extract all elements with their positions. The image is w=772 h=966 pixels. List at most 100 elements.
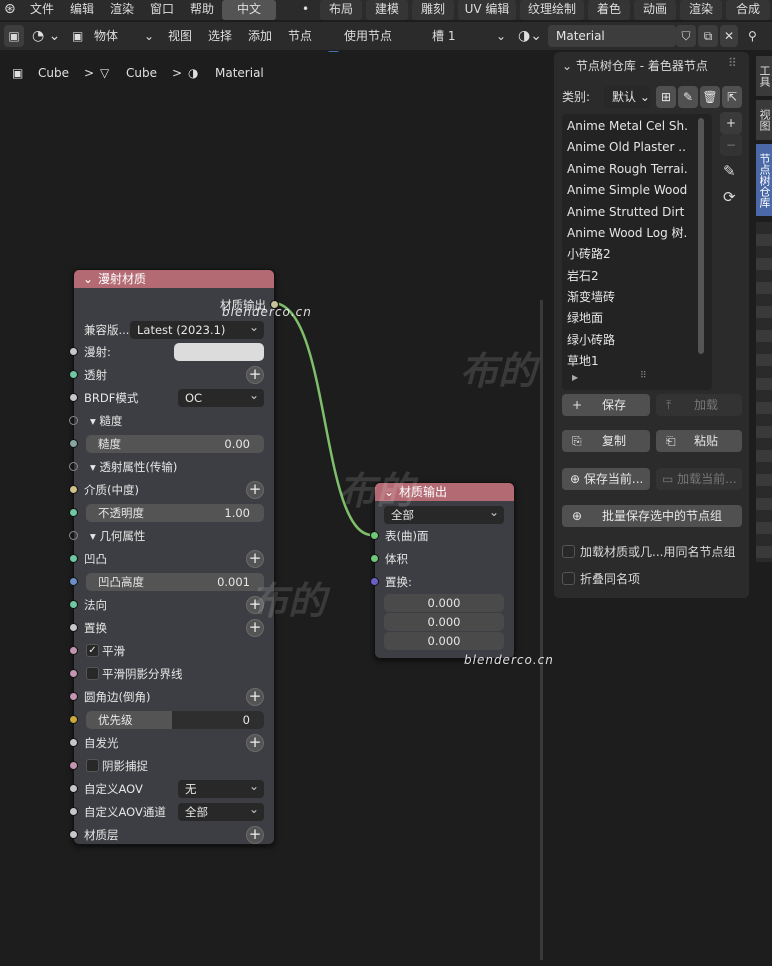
input-socket[interactable] <box>69 508 78 517</box>
input-socket[interactable] <box>69 347 78 356</box>
refresh-icon[interactable]: ⟳ <box>723 188 736 206</box>
fold-same-checkbox[interactable] <box>562 572 575 585</box>
resize-grip-icon[interactable]: ⠿ <box>640 371 647 381</box>
load-material-checkbox[interactable] <box>562 545 575 558</box>
material-layer-label: 材质层 <box>84 828 119 842</box>
geometry-section[interactable]: ▾ 几何属性 <box>90 526 145 546</box>
save-current-button[interactable]: ⊕ 保存当前... <box>562 468 650 490</box>
custom-aov-dropdown[interactable]: 无 <box>178 777 264 798</box>
remove-item-button[interactable]: − <box>720 134 742 156</box>
input-socket[interactable] <box>69 531 78 540</box>
tab-view[interactable]: 视图 <box>756 100 772 140</box>
list-item[interactable]: 绿地面 <box>567 308 687 329</box>
input-socket[interactable] <box>69 439 78 448</box>
surface-input-socket[interactable] <box>370 531 379 540</box>
list-item[interactable]: 小砖路2 <box>567 244 687 265</box>
list-item[interactable]: Anime Metal Cel Sh... <box>567 116 687 137</box>
compat-dropdown[interactable]: Latest (2023.1) <box>130 318 264 339</box>
drag-handle-icon[interactable]: ⠿ <box>728 56 737 70</box>
input-socket[interactable] <box>69 646 78 655</box>
input-socket[interactable] <box>69 761 78 770</box>
displacement-y-field[interactable]: 0.000 <box>384 613 504 631</box>
node-header[interactable]: ⌄ 漫射材质 <box>74 270 274 288</box>
displacement-z-field[interactable]: 0.000 <box>384 632 504 650</box>
list-scrollbar[interactable] <box>698 118 704 354</box>
opacity-slider[interactable]: 不透明度 1.00 <box>86 504 264 522</box>
input-socket[interactable] <box>69 807 78 816</box>
input-socket[interactable] <box>69 416 78 425</box>
edit-pencil-icon[interactable]: ✎ <box>723 162 736 180</box>
opacity-value: 1.00 <box>224 506 250 520</box>
brdf-dropdown[interactable]: OC <box>178 386 264 407</box>
edit-pencil-icon[interactable]: ✎ <box>678 86 698 108</box>
add-input-button[interactable]: + <box>246 734 264 752</box>
paste-button[interactable]: ⎗ 粘贴 <box>656 430 742 452</box>
roughness-slider[interactable]: 糙度 0.00 <box>86 435 264 453</box>
watermark-site: blenderco.cn <box>464 653 554 667</box>
list-item[interactable]: 绿小砖路 <box>567 330 687 351</box>
panel-header[interactable]: ⌄ 节点树仓库 - 着色器节点 <box>562 56 708 76</box>
new-folder-icon[interactable]: ⊞ <box>656 86 676 108</box>
input-socket[interactable] <box>69 554 78 563</box>
list-item[interactable]: Anime Simple Wood ... <box>567 180 687 201</box>
list-item[interactable]: 草地1 <box>567 351 687 372</box>
expand-triangle-icon[interactable]: ▶ <box>572 373 578 382</box>
add-input-button[interactable]: + <box>246 688 264 706</box>
collapse-chevron-icon[interactable]: ⌄ <box>83 270 93 288</box>
smooth-checkbox[interactable]: ✓ <box>86 644 99 657</box>
load-icon: ▭ <box>662 472 674 486</box>
input-socket[interactable] <box>69 577 78 586</box>
displacement-x-field[interactable]: 0.000 <box>384 594 504 612</box>
batch-save-button[interactable]: ⊕ 批量保存选中的节点组 <box>562 505 742 527</box>
custom-aov-channel-dropdown[interactable]: 全部 <box>178 800 264 821</box>
add-input-button[interactable]: + <box>246 366 264 384</box>
volume-input-socket[interactable] <box>370 554 379 563</box>
shadow-catcher-checkbox[interactable] <box>86 759 99 772</box>
add-item-button[interactable]: + <box>720 112 742 134</box>
list-item[interactable]: Anime Strutted Dirt ... <box>567 202 687 223</box>
list-item[interactable]: Anime Wood Log 树... <box>567 223 687 244</box>
save-current-label: 保存当前... <box>583 472 644 486</box>
smooth-shadow-checkbox[interactable] <box>86 667 99 680</box>
list-item[interactable]: 岩石2 <box>567 266 687 287</box>
displacement-label: 置换 <box>84 621 107 635</box>
input-socket[interactable] <box>69 830 78 839</box>
displacement-input-socket[interactable] <box>370 577 379 586</box>
input-socket[interactable] <box>69 784 78 793</box>
priority-value: 0 <box>242 713 250 727</box>
category-dropdown[interactable]: 默认 ⌄ <box>604 86 650 108</box>
load-current-button[interactable]: ▭ 加载当前... <box>656 468 742 490</box>
list-item[interactable]: Anime Rough Terrai... <box>567 159 687 180</box>
copy-button[interactable]: ⎘ 复制 <box>562 430 650 452</box>
displacement-label: 置换: <box>385 575 412 589</box>
input-socket[interactable] <box>69 715 78 724</box>
input-socket[interactable] <box>69 462 78 471</box>
list-item[interactable]: Anime Old Plaster ... <box>567 137 687 158</box>
open-external-icon[interactable]: ⇱ <box>722 86 742 108</box>
priority-slider[interactable]: 优先级 0 <box>86 711 264 729</box>
list-item[interactable]: 渐变墙砖 <box>567 287 687 308</box>
tab-tools[interactable]: 工具 <box>756 56 772 96</box>
tab-node-library[interactable]: 节点树仓库 <box>756 144 772 216</box>
input-socket[interactable] <box>69 600 78 609</box>
add-input-button[interactable]: + <box>246 826 264 844</box>
round-edges-label: 圆角边(倒角) <box>84 690 151 704</box>
input-socket[interactable] <box>69 370 78 379</box>
save-button[interactable]: + 保存 <box>562 394 650 416</box>
input-socket[interactable] <box>69 692 78 701</box>
input-socket[interactable] <box>69 669 78 678</box>
load-button[interactable]: ⤒ 加载 <box>656 394 742 416</box>
diffuse-material-node[interactable]: ⌄ 漫射材质 材质输出 兼容版... Latest (2023.1) 漫射: 透… <box>69 269 279 845</box>
roughness-section[interactable]: ▾ 糙度 <box>90 411 122 431</box>
trash-icon[interactable]: 🗑 <box>700 86 720 108</box>
panel-title: 节点树仓库 - 着色器节点 <box>575 59 708 73</box>
transmission-props-section[interactable]: ▾ 透射属性(传输) <box>90 457 177 477</box>
diffuse-color-swatch[interactable] <box>174 343 264 361</box>
input-socket[interactable] <box>69 738 78 747</box>
input-socket[interactable] <box>69 485 78 494</box>
bump-height-slider[interactable]: 凹凸高度 0.001 <box>86 573 264 591</box>
input-socket[interactable] <box>69 623 78 632</box>
input-socket[interactable] <box>69 393 78 402</box>
add-input-button[interactable]: + <box>246 550 264 568</box>
add-input-button[interactable]: + <box>246 481 264 499</box>
